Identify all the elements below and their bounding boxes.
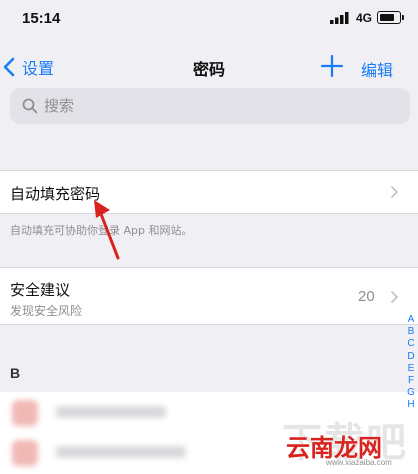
chevron-right-icon xyxy=(391,291,398,303)
avatar xyxy=(12,400,38,426)
status-bar: 15:14 4G xyxy=(0,0,418,40)
cellular-signal-icon xyxy=(330,12,349,24)
search-input[interactable] xyxy=(44,97,384,115)
battery-icon xyxy=(377,11,401,24)
index-letter-a[interactable]: A xyxy=(408,314,415,326)
index-letter-b[interactable]: B xyxy=(408,326,415,338)
plus-icon[interactable] xyxy=(318,52,346,80)
index-letter-d[interactable]: D xyxy=(407,351,414,363)
watermark-url: www.xiazaiba.com xyxy=(326,458,392,467)
status-time: 15:14 xyxy=(22,10,61,27)
battery-fill xyxy=(379,13,394,21)
autofill-passwords-cell[interactable]: 自动填充密码 xyxy=(0,171,418,213)
security-recommendations-cell[interactable]: 安全建议 发现安全风险 20 xyxy=(0,268,418,324)
security-subtitle: 发现安全风险 xyxy=(10,304,83,318)
index-letter-c[interactable]: C xyxy=(407,338,414,350)
alphabet-index[interactable]: ABCDEFGH xyxy=(404,314,418,412)
avatar xyxy=(12,440,38,466)
chevron-left-icon xyxy=(3,57,15,77)
network-type: 4G xyxy=(356,11,373,25)
security-title: 安全建议 xyxy=(10,281,71,299)
back-button[interactable]: 设置 xyxy=(2,53,54,81)
index-letter-f[interactable]: F xyxy=(408,375,414,387)
battery-tip xyxy=(402,15,404,20)
edit-button[interactable]: 编辑 xyxy=(361,57,393,81)
security-count-badge: 20 xyxy=(358,288,375,305)
blurred-text xyxy=(56,406,166,418)
blurred-text xyxy=(56,446,186,458)
index-letter-g[interactable]: G xyxy=(407,387,415,399)
divider xyxy=(0,324,418,325)
index-letter-e[interactable]: E xyxy=(408,363,415,375)
search-bar[interactable] xyxy=(10,88,410,124)
chevron-right-icon xyxy=(391,186,398,198)
search-icon xyxy=(22,98,38,114)
page-title: 密码 xyxy=(192,60,225,79)
annotation-arrow-icon xyxy=(94,200,120,260)
watermark: 下载吧 云南龙网 www.xiazaiba.com xyxy=(282,410,418,474)
section-header: B xyxy=(10,365,21,381)
divider xyxy=(0,213,418,214)
back-label: 设置 xyxy=(22,61,55,78)
